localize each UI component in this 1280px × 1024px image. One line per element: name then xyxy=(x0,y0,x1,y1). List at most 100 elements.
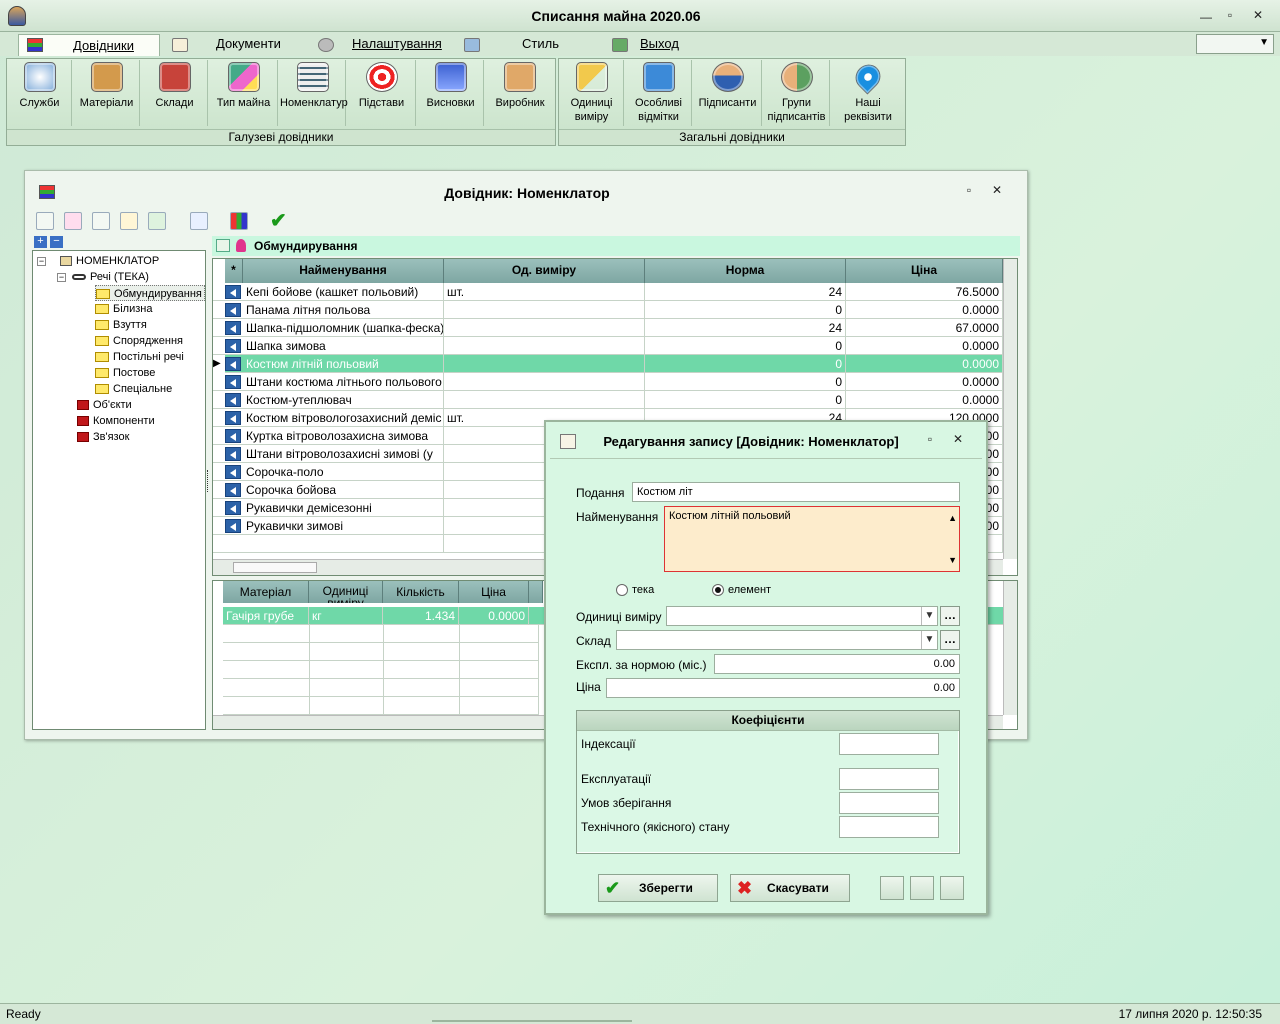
price-input[interactable]: 0.00 xyxy=(606,678,960,698)
tree-item-postilni[interactable]: Постільні речі xyxy=(95,349,184,365)
ribbon-typ-maina-button[interactable]: Тип майна xyxy=(210,60,278,126)
table-row[interactable]: Штани костюма літнього польового 0 0.0000 xyxy=(213,373,1003,391)
grid-header-name[interactable]: Найменування xyxy=(243,259,444,283)
element-radio[interactable] xyxy=(712,584,724,596)
copy-item-icon[interactable] xyxy=(92,212,110,230)
table-row[interactable]: Шапка зимова 0 0.0000 xyxy=(213,337,1003,355)
row-open-icon[interactable] xyxy=(225,375,241,389)
table-row[interactable]: Кепі бойове (кашкет польовий) шт. 24 76.500… xyxy=(213,283,1003,301)
close-icon[interactable]: ✕ xyxy=(1250,8,1266,22)
collapse-all-icon[interactable]: − xyxy=(50,236,63,248)
tech-state-input[interactable] xyxy=(839,816,939,838)
exploitation-input[interactable] xyxy=(839,768,939,790)
chevron-down-icon[interactable]: ▼ xyxy=(921,631,937,649)
vertical-scrollbar[interactable] xyxy=(1003,259,1017,559)
save-button[interactable]: ✔ Зберегти xyxy=(598,874,718,902)
table-row[interactable]: Панама літня польова 0 0.0000 xyxy=(213,301,1003,319)
scroll-down-icon[interactable]: ▼ xyxy=(948,551,957,569)
tree-item-vzuttia[interactable]: Взуття xyxy=(95,317,147,333)
grid-header-unit[interactable]: Од. виміру xyxy=(444,259,645,283)
add-item-icon[interactable] xyxy=(36,212,54,230)
tree-item-rechi[interactable]: − Речі (ТЕКА) xyxy=(57,269,149,285)
row-open-icon[interactable] xyxy=(225,285,241,299)
style-combo[interactable]: ▼ xyxy=(1196,34,1274,54)
ribbon-vyrobnyk-button[interactable]: Виробник xyxy=(486,60,554,126)
row-open-icon[interactable] xyxy=(225,447,241,461)
table-row[interactable]: Шапка-підшоломник (шапка-феска) 24 67.0000 xyxy=(213,319,1003,337)
tree-item-bilyzna[interactable]: Білизна xyxy=(95,301,152,317)
close-icon[interactable]: ✕ xyxy=(950,432,966,446)
components-icon[interactable] xyxy=(230,212,248,230)
restore-icon[interactable]: ▫ xyxy=(922,432,938,446)
ribbon-sluzhby-button[interactable]: Служби xyxy=(8,60,72,126)
export-icon[interactable] xyxy=(190,212,208,230)
expand-all-icon[interactable]: + xyxy=(34,236,47,248)
row-open-icon[interactable] xyxy=(225,519,241,533)
menu-exit[interactable]: Выход xyxy=(636,34,679,56)
ribbon-signers-button[interactable]: Підписанти xyxy=(694,60,762,126)
minimize-icon[interactable]: — xyxy=(1198,10,1214,24)
close-icon[interactable]: ✕ xyxy=(989,183,1005,197)
tree-item-root[interactable]: − НОМЕНКЛАТОР xyxy=(37,253,159,269)
scroll-up-icon[interactable]: ▲ xyxy=(948,509,957,527)
table-row[interactable]: Костюм-утеплювач 0 0.0000 xyxy=(213,391,1003,409)
delete-item-icon[interactable] xyxy=(64,212,82,230)
subgrid-header-material[interactable]: Матеріал xyxy=(223,581,309,603)
row-open-icon[interactable] xyxy=(225,465,241,479)
restore-icon[interactable]: ▫ xyxy=(1222,8,1238,22)
ribbon-nomenklator-button[interactable]: Номенклатур xyxy=(280,60,348,126)
splitter-handle[interactable] xyxy=(207,470,210,492)
tree-item-zviazok[interactable]: Зв'язок xyxy=(77,429,129,445)
grid-header-price[interactable]: Ціна xyxy=(846,259,1003,283)
sklad-select[interactable]: ▼ xyxy=(616,630,938,650)
naimenuvannia-textarea[interactable]: Костюм літній польовий ▲ ▼ xyxy=(664,506,960,572)
edit-item-icon[interactable] xyxy=(120,212,138,230)
restore-icon[interactable]: ▫ xyxy=(961,183,977,197)
subgrid-header-price[interactable]: Ціна xyxy=(459,581,529,603)
ribbon-vysnovky-button[interactable]: Висновки xyxy=(418,60,484,126)
ribbon-materialy-button[interactable]: Матеріали xyxy=(74,60,140,126)
row-open-icon[interactable] xyxy=(225,357,241,371)
indexation-input[interactable] xyxy=(839,733,939,755)
refresh-icon[interactable] xyxy=(148,212,166,230)
vertical-scrollbar[interactable] xyxy=(1003,581,1017,715)
tree-item-spetsialne[interactable]: Спеціальне xyxy=(95,381,172,397)
tree-item-obmundyruvannia[interactable]: Обмундирування xyxy=(95,285,205,301)
row-open-icon[interactable] xyxy=(225,411,241,425)
row-open-icon[interactable] xyxy=(225,483,241,497)
menu-dovidnyky[interactable]: Довідники xyxy=(18,34,160,56)
menu-dokumenty[interactable]: Документи xyxy=(212,34,281,56)
next-record-icon[interactable] xyxy=(940,876,964,900)
scroll-thumb[interactable] xyxy=(233,562,317,573)
collapse-icon[interactable]: − xyxy=(57,273,66,282)
ribbon-our-requisites-button[interactable]: Наші реквізити xyxy=(832,59,904,126)
grid-header-norm[interactable]: Норма xyxy=(645,259,846,283)
menu-nalashtuvannia[interactable]: Налаштування xyxy=(348,34,442,56)
new-record-icon[interactable] xyxy=(910,876,934,900)
row-open-icon[interactable] xyxy=(225,429,241,443)
podannia-input[interactable]: Костюм літ xyxy=(632,482,960,502)
back-folder-icon[interactable] xyxy=(216,239,230,252)
cancel-button[interactable]: ✖ Скасувати xyxy=(730,874,850,902)
check-icon[interactable]: ✔ xyxy=(270,208,287,233)
subgrid-header-unit[interactable]: Одиниці виміру xyxy=(309,581,383,603)
table-row[interactable]: ▶ Костюм літній польовий 0 0.0000 xyxy=(213,355,1003,373)
collapse-icon[interactable]: − xyxy=(37,257,46,266)
tree-item-sporiadzhennia[interactable]: Спорядження xyxy=(95,333,183,349)
ribbon-signer-groups-button[interactable]: Групи підписантів xyxy=(764,60,830,126)
row-open-icon[interactable] xyxy=(225,321,241,335)
tree-item-postove[interactable]: Постове xyxy=(95,365,155,381)
prev-record-icon[interactable] xyxy=(880,876,904,900)
storage-input[interactable] xyxy=(839,792,939,814)
teka-radio[interactable] xyxy=(616,584,628,596)
chevron-down-icon[interactable]: ▼ xyxy=(921,607,937,625)
ribbon-pidstavy-button[interactable]: Підстави xyxy=(348,60,416,126)
row-open-icon[interactable] xyxy=(225,303,241,317)
ribbon-special-marks-button[interactable]: Особливі відмітки xyxy=(626,60,692,126)
expl-input[interactable]: 0.00 xyxy=(714,654,960,674)
units-lookup-button[interactable]: … xyxy=(940,606,960,626)
sklad-lookup-button[interactable]: … xyxy=(940,630,960,650)
units-select[interactable]: ▼ xyxy=(666,606,938,626)
ribbon-sklady-button[interactable]: Склади xyxy=(142,60,208,126)
row-open-icon[interactable] xyxy=(225,501,241,515)
